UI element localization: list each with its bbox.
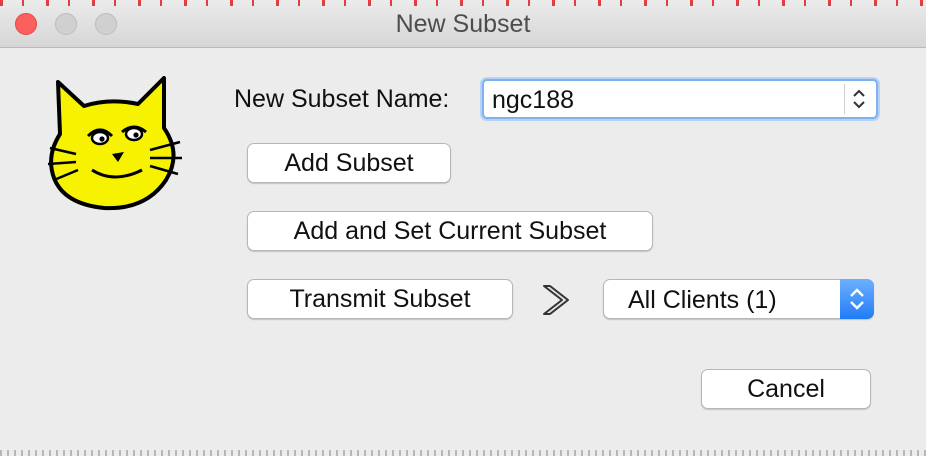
subset-name-combobox[interactable]: ngc188 [482,79,878,119]
add-subset-button[interactable]: Add Subset [247,143,451,183]
title-bar: New Subset [0,0,926,48]
bottom-edge [0,450,926,456]
select-arrows[interactable] [840,279,874,319]
transmit-subset-button[interactable]: Transmit Subset [247,279,513,319]
up-down-chevron-icon [853,89,865,109]
up-down-chevron-icon [850,288,864,310]
add-and-set-current-subset-button[interactable]: Add and Set Current Subset [247,211,653,251]
window-title: New Subset [395,10,531,38]
transmit-target-value: All Clients (1) [628,286,777,314]
cancel-button[interactable]: Cancel [701,369,871,409]
cat-logo-icon [47,76,182,211]
subset-name-input[interactable]: ngc188 [492,86,574,115]
double-chevron-right-icon [543,285,569,315]
subset-name-label: New Subset Name: [234,85,450,113]
combo-stepper[interactable] [844,84,874,114]
transmit-target-select[interactable]: All Clients (1) [603,279,874,319]
title-bar-marks [0,0,926,6]
